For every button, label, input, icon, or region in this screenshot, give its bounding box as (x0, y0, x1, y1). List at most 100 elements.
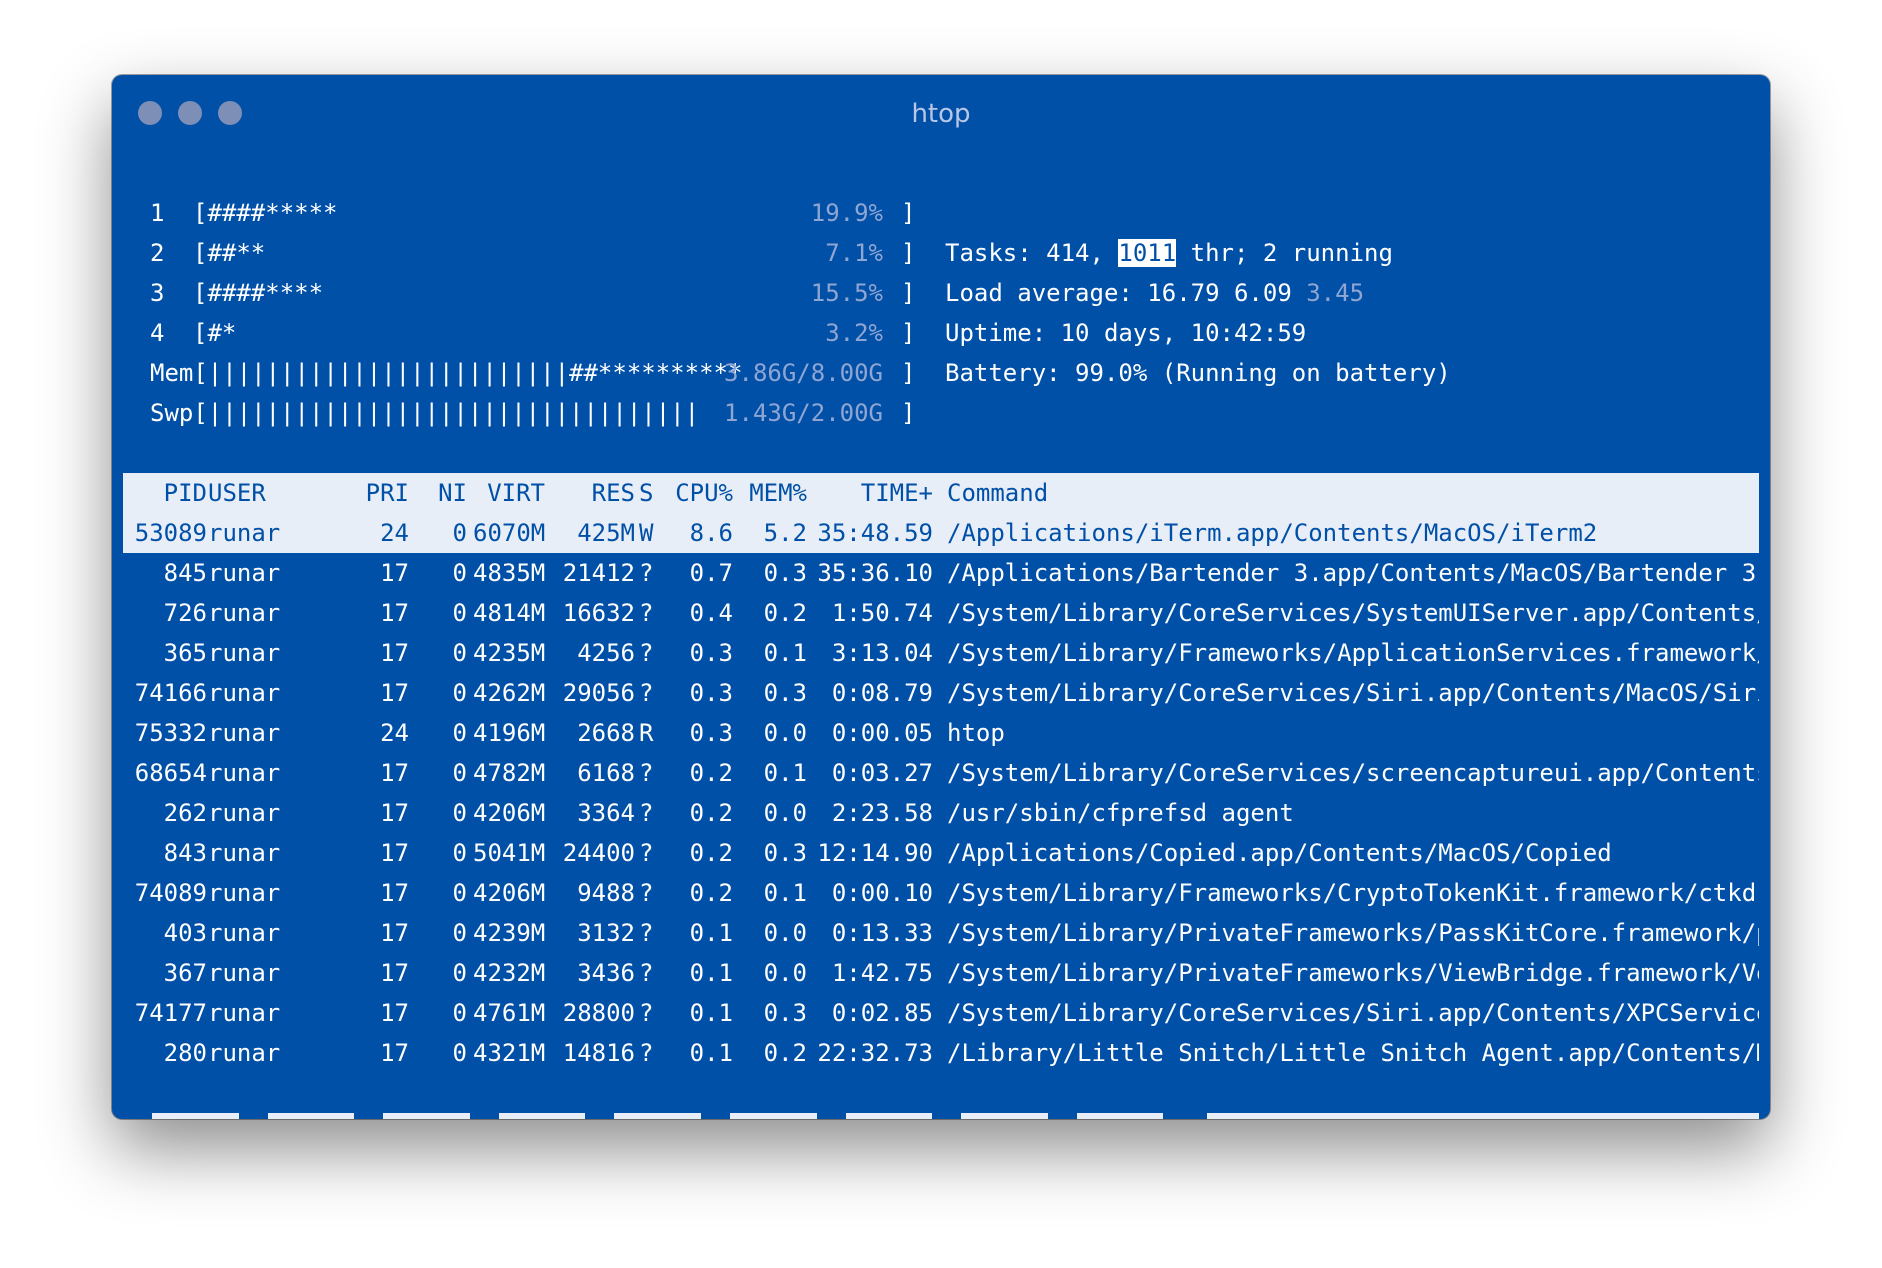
process-row[interactable]: 74089 runar 17 0 4206M 9488? 0.2 0.1 0:00.10/Sys… (123, 873, 1759, 913)
process-cpu: 8.6 (689, 519, 733, 547)
process-cpu: 0.3 (689, 639, 733, 667)
process-virt: 4835M (473, 559, 546, 587)
process-mem: 0.3 (763, 839, 807, 867)
col-mem[interactable]: MEM% (735, 473, 807, 513)
col-ni[interactable]: NI (411, 473, 467, 513)
fkey-f4-label[interactable]: Filter (498, 1113, 586, 1119)
htop-screen[interactable]: 1 [####***** 19.9%] 2 [##** 7.1%] 3 [####**** 15… (123, 75, 1759, 1119)
col-virt[interactable]: VIRT (473, 473, 545, 513)
fkey-f5-label[interactable]: Tree (614, 1113, 702, 1119)
fkey-f3-label[interactable]: Search (383, 1113, 470, 1119)
col-user[interactable]: USER (208, 473, 266, 513)
fkey-f4[interactable]: F4 (470, 1113, 499, 1119)
process-row[interactable]: 262 runar 17 0 4206M 3364? 0.2 0.0 2:23.58/usr/s… (123, 793, 1759, 833)
column-header[interactable]: PID USER PRI NI VIRT RES S CPU% MEM% TIM… (123, 473, 1759, 513)
fkey-f8[interactable]: F8 (932, 1113, 961, 1119)
process-ni: 0 (452, 959, 467, 987)
process-mem: 0.0 (763, 919, 807, 947)
fkey-f5[interactable]: F5 (585, 1113, 614, 1119)
mem-bracket: ] (901, 359, 916, 387)
process-virt: 4206M (473, 799, 546, 827)
function-key-bar: F1Help F2Setup F3SearchF4FilterF5Tree F6… (123, 1113, 1759, 1119)
process-virt: 4235M (473, 639, 546, 667)
process-cmd: /System/Library/CoreServices/screencaptu… (947, 759, 1759, 787)
process-user: runar (208, 1039, 281, 1067)
process-time: 35:36.10 (817, 559, 933, 587)
process-row[interactable]: 68654 runar 17 0 4782M 6168? 0.2 0.1 0:03.27/Sys… (123, 753, 1759, 793)
process-ni: 0 (452, 839, 467, 867)
process-virt: 4196M (473, 719, 546, 747)
process-row[interactable]: 726 runar 17 0 4814M 16632? 0.4 0.2 1:50.74/Syst… (123, 593, 1759, 633)
process-row[interactable]: 280 runar 17 0 4321M 14816? 0.1 0.2 22:32.73/Lib… (123, 1033, 1759, 1073)
fkey-f1-label[interactable]: Help (151, 1113, 239, 1119)
process-virt: 4814M (473, 599, 546, 627)
process-cmd: /Library/Little Snitch/Little Snitch Age… (947, 1039, 1759, 1067)
process-virt: 4232M (473, 959, 546, 987)
col-time[interactable]: TIME+ (813, 473, 933, 513)
process-mem: 0.1 (763, 879, 807, 907)
process-user: runar (208, 559, 281, 587)
process-row[interactable]: 845 runar 17 0 4835M 21412? 0.7 0.3 35:36.10/App… (123, 553, 1759, 593)
process-pri: 17 (380, 879, 409, 907)
fkey-f7-label[interactable]: Nice - (845, 1113, 933, 1119)
fkey-f2[interactable]: F2 (239, 1113, 268, 1119)
process-s: W (639, 519, 654, 547)
process-s: ? (639, 679, 654, 707)
fkey-f8-label[interactable]: Nice + (961, 1113, 1048, 1119)
process-user: runar (208, 839, 281, 867)
fkey-f9-label[interactable]: Kill (1076, 1113, 1164, 1119)
process-row[interactable]: 74166 runar 17 0 4262M 29056? 0.3 0.3 0:08.79/Sy… (123, 673, 1759, 713)
process-time: 0:13.33 (831, 919, 933, 947)
process-s: ? (639, 559, 654, 587)
process-time: 0:00.05 (831, 719, 933, 747)
process-s: ? (639, 959, 654, 987)
process-virt: 4761M (473, 999, 546, 1027)
fkey-f1[interactable]: F1 (123, 1113, 152, 1119)
battery-text: Battery: 99.0% (Running on battery) (945, 359, 1451, 387)
fkey-f9[interactable]: F9 (1048, 1113, 1077, 1119)
col-command[interactable]: Command (947, 473, 1759, 513)
process-user: runar (208, 679, 281, 707)
process-cmd: htop (947, 719, 1005, 747)
process-user: runar (208, 999, 281, 1027)
process-mem: 0.3 (763, 559, 807, 587)
process-row[interactable]: 75332 runar 24 0 4196M 2668 R 0.3 0.0 0:00.05 htop (123, 713, 1759, 753)
fkey-f10-label[interactable]: Quit (1206, 1113, 1265, 1119)
process-row[interactable]: 367 runar 17 0 4232M 3436? 0.1 0.0 1:42.75/Syste… (123, 953, 1759, 993)
process-row[interactable]: 403 runar 17 0 4239M 3132? 0.1 0.0 0:13.33/Syste… (123, 913, 1759, 953)
process-time: 3:13.04 (831, 639, 933, 667)
col-cpu[interactable]: CPU% (663, 473, 733, 513)
fkey-f6-label[interactable]: SortBy (729, 1113, 817, 1119)
mem-value: 3.86G/8.00G (724, 359, 883, 387)
process-pid: 75332 (134, 719, 207, 747)
fkey-f10[interactable]: F10 (1163, 1113, 1206, 1119)
process-virt: 6070M (473, 519, 546, 547)
col-pri[interactable]: PRI (337, 473, 409, 513)
col-state[interactable]: S (639, 473, 661, 513)
process-row-selected[interactable]: 53089 runar 24 0 6070M 425M W 8.6 5.2 35:48.59/Ap… (123, 513, 1759, 553)
process-row[interactable]: 365 runar 17 0 4235M 4256? 0.3 0.1 3:13.04/Syste… (123, 633, 1759, 673)
process-cmd: /System/Library/CoreServices/SystemUISer… (947, 599, 1759, 627)
process-s: ? (639, 799, 654, 827)
fkey-f6[interactable]: F6 (701, 1113, 730, 1119)
process-row[interactable]: 74177 runar 17 0 4761M 28800? 0.1 0.3 0:02.85/Sy… (123, 993, 1759, 1033)
process-ni: 0 (452, 519, 467, 547)
process-pri: 17 (380, 639, 409, 667)
process-mem: 0.1 (763, 759, 807, 787)
process-cpu: 0.1 (689, 1039, 733, 1067)
col-pid[interactable]: PID (123, 473, 207, 513)
fkey-f3[interactable]: F3 (354, 1113, 383, 1119)
process-cpu: 0.3 (689, 719, 733, 747)
fkey-f7[interactable]: F7 (817, 1113, 846, 1119)
process-res: 4256 (577, 639, 635, 667)
process-pri: 17 (380, 999, 409, 1027)
process-cmd: /System/Library/Frameworks/CryptoTokenKi… (947, 879, 1759, 907)
process-pid: 726 (163, 599, 207, 627)
process-pri: 24 (380, 519, 409, 547)
process-cpu: 0.1 (689, 959, 733, 987)
process-user: runar (208, 919, 281, 947)
process-res: 14816 (562, 1039, 635, 1067)
col-res[interactable]: RES (551, 473, 635, 513)
fkey-f2-label[interactable]: Setup (267, 1113, 355, 1119)
process-row[interactable]: 843 runar 17 0 5041M 24400? 0.2 0.3 12:14.90/App… (123, 833, 1759, 873)
